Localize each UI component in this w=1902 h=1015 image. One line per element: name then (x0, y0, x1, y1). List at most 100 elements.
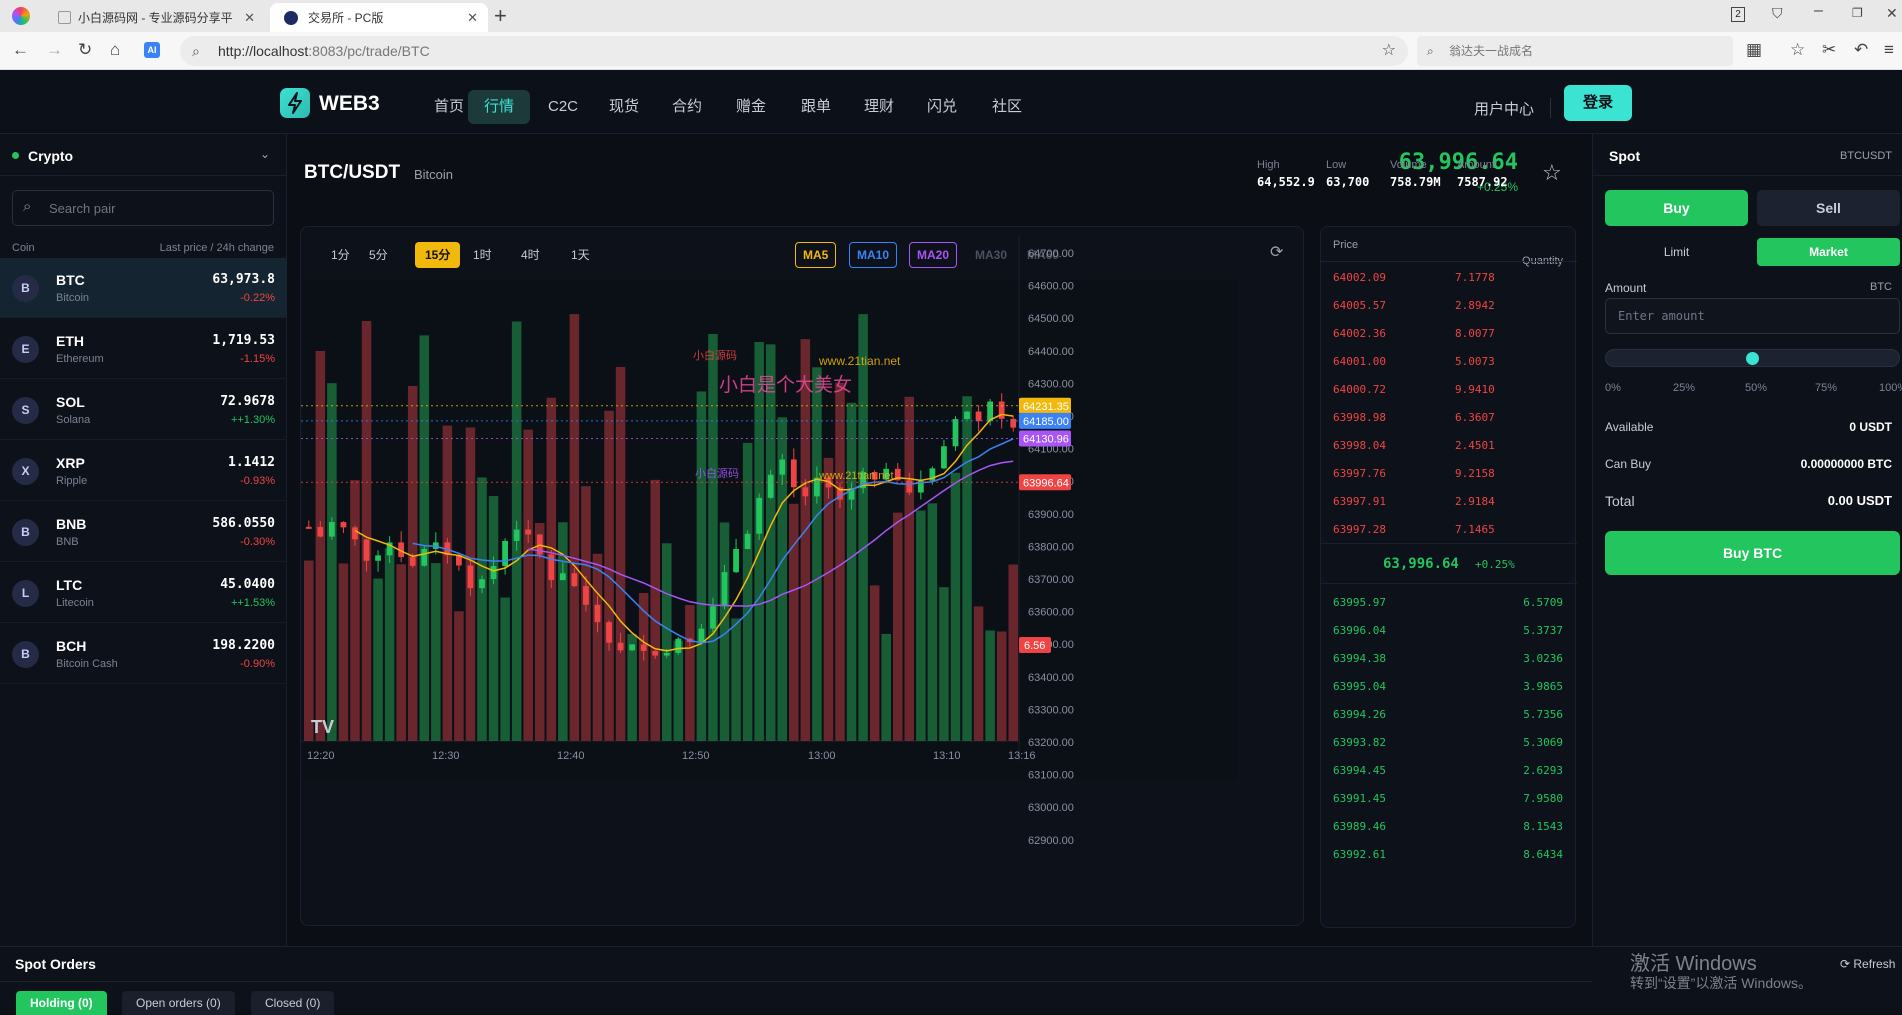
coin-row-bnb[interactable]: B BNB BNB 586.0550 -0.30% (0, 502, 287, 562)
close-tab-icon[interactable]: ✕ (244, 10, 255, 26)
time-tick: 13:00 (808, 750, 836, 762)
user-center-link[interactable]: 用户中心 (1474, 98, 1534, 119)
candle-body (640, 644, 647, 651)
coin-row-sol[interactable]: S SOL Solana 72.9678 ++1.30% (0, 380, 287, 440)
bid-price: 63995.97 (1333, 596, 1386, 609)
reload-icon[interactable]: ↻ (78, 40, 92, 60)
coin-row-eth[interactable]: E ETH Ethereum 1,719.53 -1.15% (0, 319, 287, 379)
limit-tab[interactable]: Limit (1605, 238, 1748, 266)
chevron-down-icon[interactable]: ⌄ (260, 147, 270, 161)
nav-item[interactable]: 赠金 (720, 90, 782, 124)
ai-icon[interactable]: AI (144, 42, 160, 58)
bid-row[interactable]: 63989.46 8.1543 (1333, 813, 1563, 841)
browser-search-field[interactable]: ⌕ 翁达夫一战成名 (1417, 36, 1733, 66)
bid-row[interactable]: 63996.04 5.3737 (1333, 617, 1563, 645)
ask-row[interactable]: 64002.36 8.0077 (1333, 320, 1563, 348)
bid-row[interactable]: 63994.45 2.6293 (1333, 757, 1563, 785)
nav-item[interactable]: 跟单 (785, 90, 847, 124)
bid-row[interactable]: 63992.61 8.6434 (1333, 841, 1563, 869)
buy-btc-button[interactable]: Buy BTC (1605, 531, 1900, 575)
scissors-icon[interactable]: ✂ (1822, 40, 1836, 60)
nav-item[interactable]: 行情 (468, 90, 531, 124)
bid-row[interactable]: 63991.45 7.9580 (1333, 785, 1563, 813)
minimize-icon[interactable]: – (1814, 2, 1823, 20)
bid-row[interactable]: 63994.38 3.0236 (1333, 645, 1563, 673)
amount-input[interactable]: Enter amount (1605, 298, 1900, 334)
ask-row[interactable]: 63997.91 2.9184 (1333, 488, 1563, 516)
pair-search-input[interactable]: ⌕ Search pair (12, 190, 274, 226)
browser-tab-1[interactable]: 小白源码网 - 专业源码分享平 ✕ (40, 3, 265, 32)
url-field[interactable]: ⌕ http://localhost:8083/pc/trade/BTC ☆ (180, 36, 1408, 66)
ask-row[interactable]: 64001.00 5.0073 (1333, 348, 1563, 376)
login-button[interactable]: 登录 (1564, 85, 1632, 121)
price-tick: 64700.00 (1028, 248, 1074, 260)
slider-knob[interactable] (1745, 352, 1759, 365)
tab-closed[interactable]: Closed (0) (251, 991, 335, 1015)
menu-icon[interactable]: ≡ (1884, 40, 1894, 60)
coin-row-ltc[interactable]: L LTC Litecoin 45.0400 ++1.53% (0, 563, 287, 623)
shirt-icon[interactable]: ⛉ (1772, 5, 1783, 22)
close-tab-icon[interactable]: ✕ (467, 10, 478, 26)
ask-price: 63997.28 (1333, 523, 1386, 536)
order-book: Price Quantity 64002.09 7.1778 64005.57 2.8… (1320, 226, 1577, 928)
tab-holding[interactable]: Holding (0) (16, 991, 107, 1015)
nav-item[interactable]: 理财 (848, 90, 910, 124)
bid-row[interactable]: 63993.82 5.3069 (1333, 729, 1563, 757)
ask-qty: 8.0077 (1455, 327, 1495, 340)
bid-row[interactable]: 63995.97 6.5709 (1333, 589, 1563, 617)
ask-price: 64005.57 (1333, 299, 1386, 312)
tab-count-icon[interactable]: 2 (1731, 7, 1745, 22)
amount-slider[interactable] (1605, 349, 1900, 367)
bookmark-star-icon[interactable]: ☆ (1382, 36, 1396, 66)
forward-icon[interactable]: → (46, 40, 63, 60)
nav-item[interactable]: 合约 (656, 90, 718, 124)
home-icon[interactable]: ⌂ (110, 40, 120, 60)
candle-body (710, 606, 716, 629)
candle-body (744, 533, 751, 549)
nav-item[interactable]: 社区 (976, 90, 1038, 124)
bid-row[interactable]: 63994.26 5.7356 (1333, 701, 1563, 729)
nav-item[interactable]: 闪兑 (911, 90, 973, 124)
new-tab-button[interactable]: + (494, 3, 507, 29)
nav-item[interactable]: C2C (532, 90, 594, 124)
time-tick: 12:30 (432, 750, 460, 762)
undo-icon[interactable]: ↶ (1854, 40, 1868, 60)
volume-bar (835, 382, 845, 741)
ask-row[interactable]: 63997.76 9.2158 (1333, 460, 1563, 488)
close-window-icon[interactable]: ✕ (1886, 5, 1898, 22)
candle-body (340, 522, 347, 528)
coin-row-xrp[interactable]: X XRP Ripple 1.1412 -0.93% (0, 441, 287, 501)
market-tab[interactable]: Market (1757, 238, 1900, 266)
brand-logo[interactable] (280, 88, 310, 118)
buy-tab[interactable]: Buy (1605, 190, 1748, 226)
canbuy-label: Can Buy (1605, 457, 1652, 471)
ask-row[interactable]: 64000.72 9.9410 (1333, 376, 1563, 404)
coin-row-bch[interactable]: B BCH Bitcoin Cash 198.2200 -0.90% (0, 624, 287, 684)
refresh-icon: ⟳ (1840, 957, 1854, 971)
favorite-star-icon[interactable]: ☆ (1542, 160, 1562, 186)
coin-name: BNB (56, 536, 79, 548)
candlestick-chart[interactable]: 64700.00 64600.00 64500.00 64400.00 64300.00… (301, 227, 1305, 927)
ask-row[interactable]: 63998.98 6.3607 (1333, 404, 1563, 432)
coin-row-btc[interactable]: B BTC Bitcoin 63,973.8 -0.22% (0, 258, 287, 318)
bid-qty: 5.3069 (1523, 736, 1563, 749)
favorites-icon[interactable]: ☆ (1790, 40, 1805, 60)
refresh-orders-button[interactable]: ⟳ Refresh (1840, 957, 1895, 971)
ask-row[interactable]: 63998.04 2.4501 (1333, 432, 1563, 460)
restore-icon[interactable]: ❐ (1852, 6, 1863, 20)
tab-open-orders[interactable]: Open orders (0) (122, 991, 235, 1015)
volume-bar (500, 597, 510, 741)
apps-grid-icon[interactable]: ▦ (1746, 40, 1762, 60)
back-icon[interactable]: ← (12, 40, 29, 60)
volume-bar (939, 587, 949, 741)
pair-name: Bitcoin (414, 167, 454, 182)
nav-item[interactable]: 现货 (593, 90, 655, 124)
browser-tab-2[interactable]: 交易所 - PC版 ✕ (270, 3, 488, 32)
volume-bar (431, 563, 441, 741)
sell-tab[interactable]: Sell (1757, 190, 1900, 226)
price-tick: 64300.00 (1028, 378, 1074, 390)
ask-row[interactable]: 64002.09 7.1778 (1333, 264, 1563, 292)
bid-row[interactable]: 63995.04 3.9865 (1333, 673, 1563, 701)
ask-row[interactable]: 63997.28 7.1465 (1333, 516, 1563, 544)
ask-row[interactable]: 64005.57 2.8942 (1333, 292, 1563, 320)
